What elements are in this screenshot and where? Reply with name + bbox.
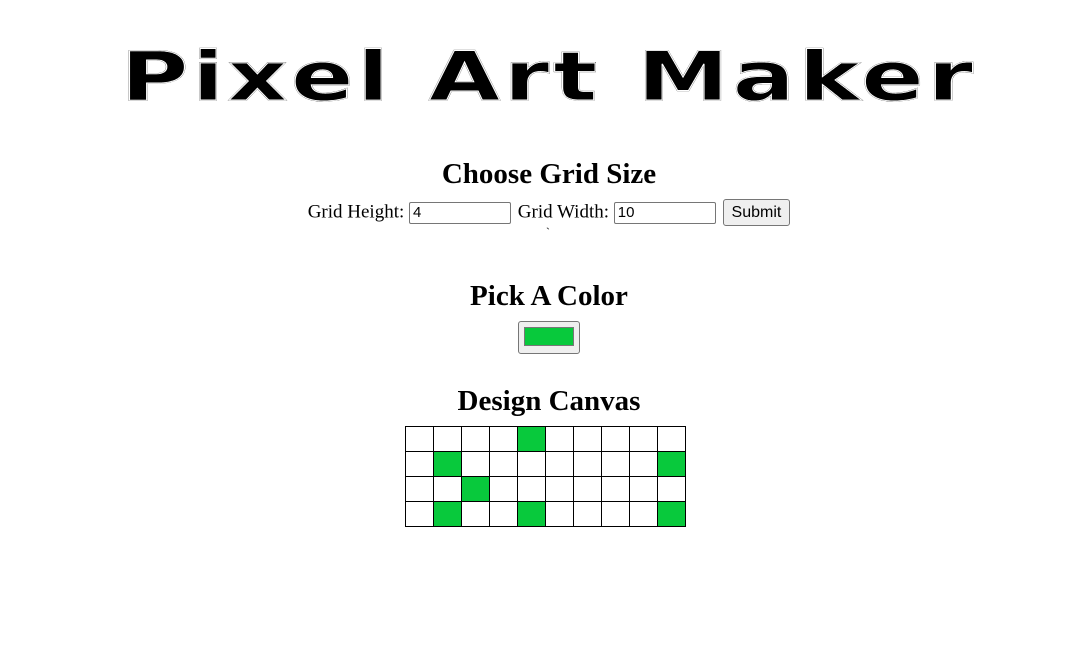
canvas-cell[interactable] xyxy=(629,451,658,477)
canvas-row xyxy=(405,426,686,452)
pixel-canvas[interactable] xyxy=(405,426,686,527)
canvas-cell[interactable] xyxy=(601,476,630,502)
logo-text-inline: Pixel Art Maker xyxy=(121,38,977,110)
grid-width-input[interactable] xyxy=(613,201,716,224)
design-canvas-heading: Design Canvas xyxy=(457,385,641,417)
canvas-cell[interactable] xyxy=(601,501,630,527)
app-logo: Pixel Art Maker Pixel Art Maker xyxy=(118,30,980,110)
canvas-cell[interactable] xyxy=(517,501,546,527)
canvas-cell[interactable] xyxy=(657,476,686,502)
canvas-cell[interactable] xyxy=(601,451,630,477)
canvas-row xyxy=(405,501,686,527)
canvas-cell[interactable] xyxy=(461,451,490,477)
canvas-cell[interactable] xyxy=(461,501,490,527)
canvas-cell[interactable] xyxy=(657,426,686,452)
canvas-cell[interactable] xyxy=(433,501,462,527)
canvas-cell[interactable] xyxy=(573,476,602,502)
canvas-cell[interactable] xyxy=(657,501,686,527)
canvas-cell[interactable] xyxy=(573,501,602,527)
canvas-row xyxy=(405,476,686,502)
canvas-cell[interactable] xyxy=(573,426,602,452)
canvas-cell[interactable] xyxy=(545,451,574,477)
canvas-cell[interactable] xyxy=(517,476,546,502)
canvas-cell[interactable] xyxy=(545,476,574,502)
canvas-cell[interactable] xyxy=(461,426,490,452)
canvas-cell[interactable] xyxy=(545,426,574,452)
canvas-cell[interactable] xyxy=(629,476,658,502)
color-picker-input[interactable] xyxy=(518,321,580,354)
canvas-cell[interactable] xyxy=(629,501,658,527)
canvas-cell[interactable] xyxy=(405,426,434,452)
color-swatch xyxy=(524,327,574,346)
canvas-cell[interactable] xyxy=(433,451,462,477)
canvas-cell[interactable] xyxy=(461,476,490,502)
canvas-cell[interactable] xyxy=(629,426,658,452)
canvas-cell[interactable] xyxy=(405,476,434,502)
grid-height-label: Grid Height: xyxy=(307,201,405,223)
grid-height-input[interactable] xyxy=(409,201,512,224)
canvas-row xyxy=(405,451,686,477)
canvas-cell[interactable] xyxy=(517,426,546,452)
canvas-cell[interactable] xyxy=(657,451,686,477)
grid-width-label: Grid Width: xyxy=(517,201,610,223)
canvas-cell[interactable] xyxy=(405,451,434,477)
pick-color-heading: Pick A Color xyxy=(470,280,628,312)
canvas-cell[interactable] xyxy=(489,426,518,452)
page: Pixel Art Maker Pixel Art Maker Choose G… xyxy=(0,0,1072,647)
canvas-cell[interactable] xyxy=(489,501,518,527)
grid-size-form: Grid Height: Grid Width: Submit xyxy=(0,198,1072,227)
canvas-cell[interactable] xyxy=(405,501,434,527)
submit-button[interactable]: Submit xyxy=(722,199,791,227)
canvas-cell[interactable] xyxy=(433,426,462,452)
canvas-cell[interactable] xyxy=(489,476,518,502)
stray-mark: ` xyxy=(546,225,550,239)
canvas-cell[interactable] xyxy=(489,451,518,477)
logo-graphic: Pixel Art Maker Pixel Art Maker xyxy=(120,37,977,110)
canvas-cell[interactable] xyxy=(601,426,630,452)
canvas-cell[interactable] xyxy=(433,476,462,502)
canvas-cell[interactable] xyxy=(517,451,546,477)
grid-size-heading: Choose Grid Size xyxy=(441,158,657,190)
canvas-cell[interactable] xyxy=(545,501,574,527)
canvas-cell[interactable] xyxy=(573,451,602,477)
